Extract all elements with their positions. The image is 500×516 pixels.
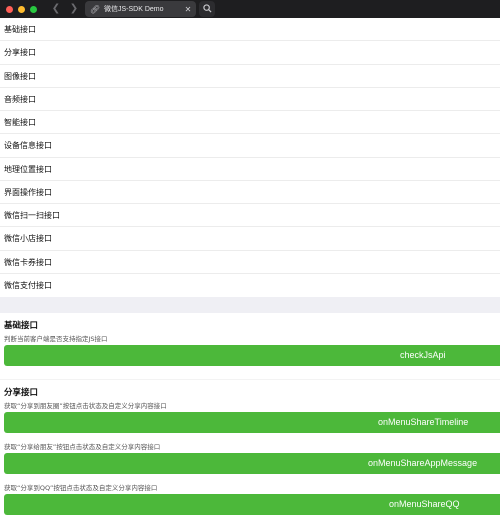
window-close-button[interactable] (6, 5, 13, 13)
api-nav-list: 基础接口 分享接口 图像接口 音频接口 智能接口 设备信息接口 地理位置接口 界… (0, 18, 500, 297)
nav-item-share[interactable]: 分享接口 (0, 41, 500, 65)
section-spacer (0, 366, 500, 380)
share-qq-block: 获取“分享到QQ”按钮点击状态及自定义分享内容接口 onMenuShareQQ (0, 483, 500, 515)
nav-item-store[interactable]: 微信小店接口 (0, 227, 500, 251)
section-title-basic: 基础接口 (4, 321, 39, 331)
browser-toolbar: ❮ ❯ ↻ 🔗︎ 微信JS-SDK Demo ✕ (0, 0, 500, 18)
window-zoom-button[interactable] (30, 5, 37, 13)
share-app-message-desc: 获取“分享给朋友”按钮点击状态及自定义分享内容接口 (4, 443, 161, 451)
share-qq-desc: 获取“分享到QQ”按钮点击状态及自定义分享内容接口 (4, 484, 158, 492)
share-qq-button[interactable]: onMenuShareQQ (4, 494, 500, 515)
section-divider (0, 297, 500, 313)
nav-item-basic[interactable]: 基础接口 (0, 18, 500, 42)
check-js-api-desc: 判断当前客户端是否支持指定JS接口 (4, 335, 108, 343)
nav-item-device-info[interactable]: 设备信息接口 (0, 134, 500, 158)
close-icon[interactable]: ✕ (182, 5, 194, 14)
section-basic: 基础接口 判断当前客户端是否支持指定JS接口 checkJsApi (0, 320, 500, 366)
search-icon-glyph (202, 4, 212, 13)
browser-tab[interactable]: 🔗︎ 微信JS-SDK Demo ✕ (85, 1, 196, 17)
share-timeline-button[interactable]: onMenuShareTimeline (4, 412, 500, 433)
section-share: 分享接口 获取“分享到朋友圈”按钮点击状态及自定义分享内容接口 onMenuSh… (0, 387, 500, 515)
nav-item-audio[interactable]: 音频接口 (0, 88, 500, 111)
check-js-api-button[interactable]: checkJsApi (4, 345, 500, 366)
share-app-message-button[interactable]: onMenuShareAppMessage (4, 453, 500, 474)
share-app-message-block: 获取“分享给朋友”按钮点击状态及自定义分享内容接口 onMenuShareApp… (0, 442, 500, 474)
tab-title: 微信JS-SDK Demo (104, 6, 164, 13)
search-icon[interactable] (199, 1, 215, 17)
share-timeline-block: 获取“分享到朋友圈”按钮点击状态及自定义分享内容接口 onMenuShareTi… (0, 401, 500, 433)
nav-item-scan[interactable]: 微信扫一扫接口 (0, 204, 500, 228)
section-title-share: 分享接口 (4, 388, 39, 398)
share-timeline-desc: 获取“分享到朋友圈”按钮点击状态及自定义分享内容接口 (4, 402, 167, 410)
nav-item-image[interactable]: 图像接口 (0, 65, 500, 88)
chevron-left-icon[interactable]: ❮ (49, 2, 63, 16)
nav-item-ui-ops[interactable]: 界面操作接口 (0, 181, 500, 204)
nav-item-location[interactable]: 地理位置接口 (0, 158, 500, 181)
window-minimize-button[interactable] (18, 5, 25, 13)
nav-item-smart[interactable]: 智能接口 (0, 111, 500, 135)
nav-item-pay[interactable]: 微信支付接口 (0, 274, 500, 297)
link-icon: 🔗︎ (89, 4, 101, 14)
chevron-right-icon[interactable]: ❯ (67, 2, 81, 16)
nav-item-card[interactable]: 微信卡券接口 (0, 251, 500, 274)
page-content: 基础接口 分享接口 图像接口 音频接口 智能接口 设备信息接口 地理位置接口 界… (0, 18, 500, 515)
